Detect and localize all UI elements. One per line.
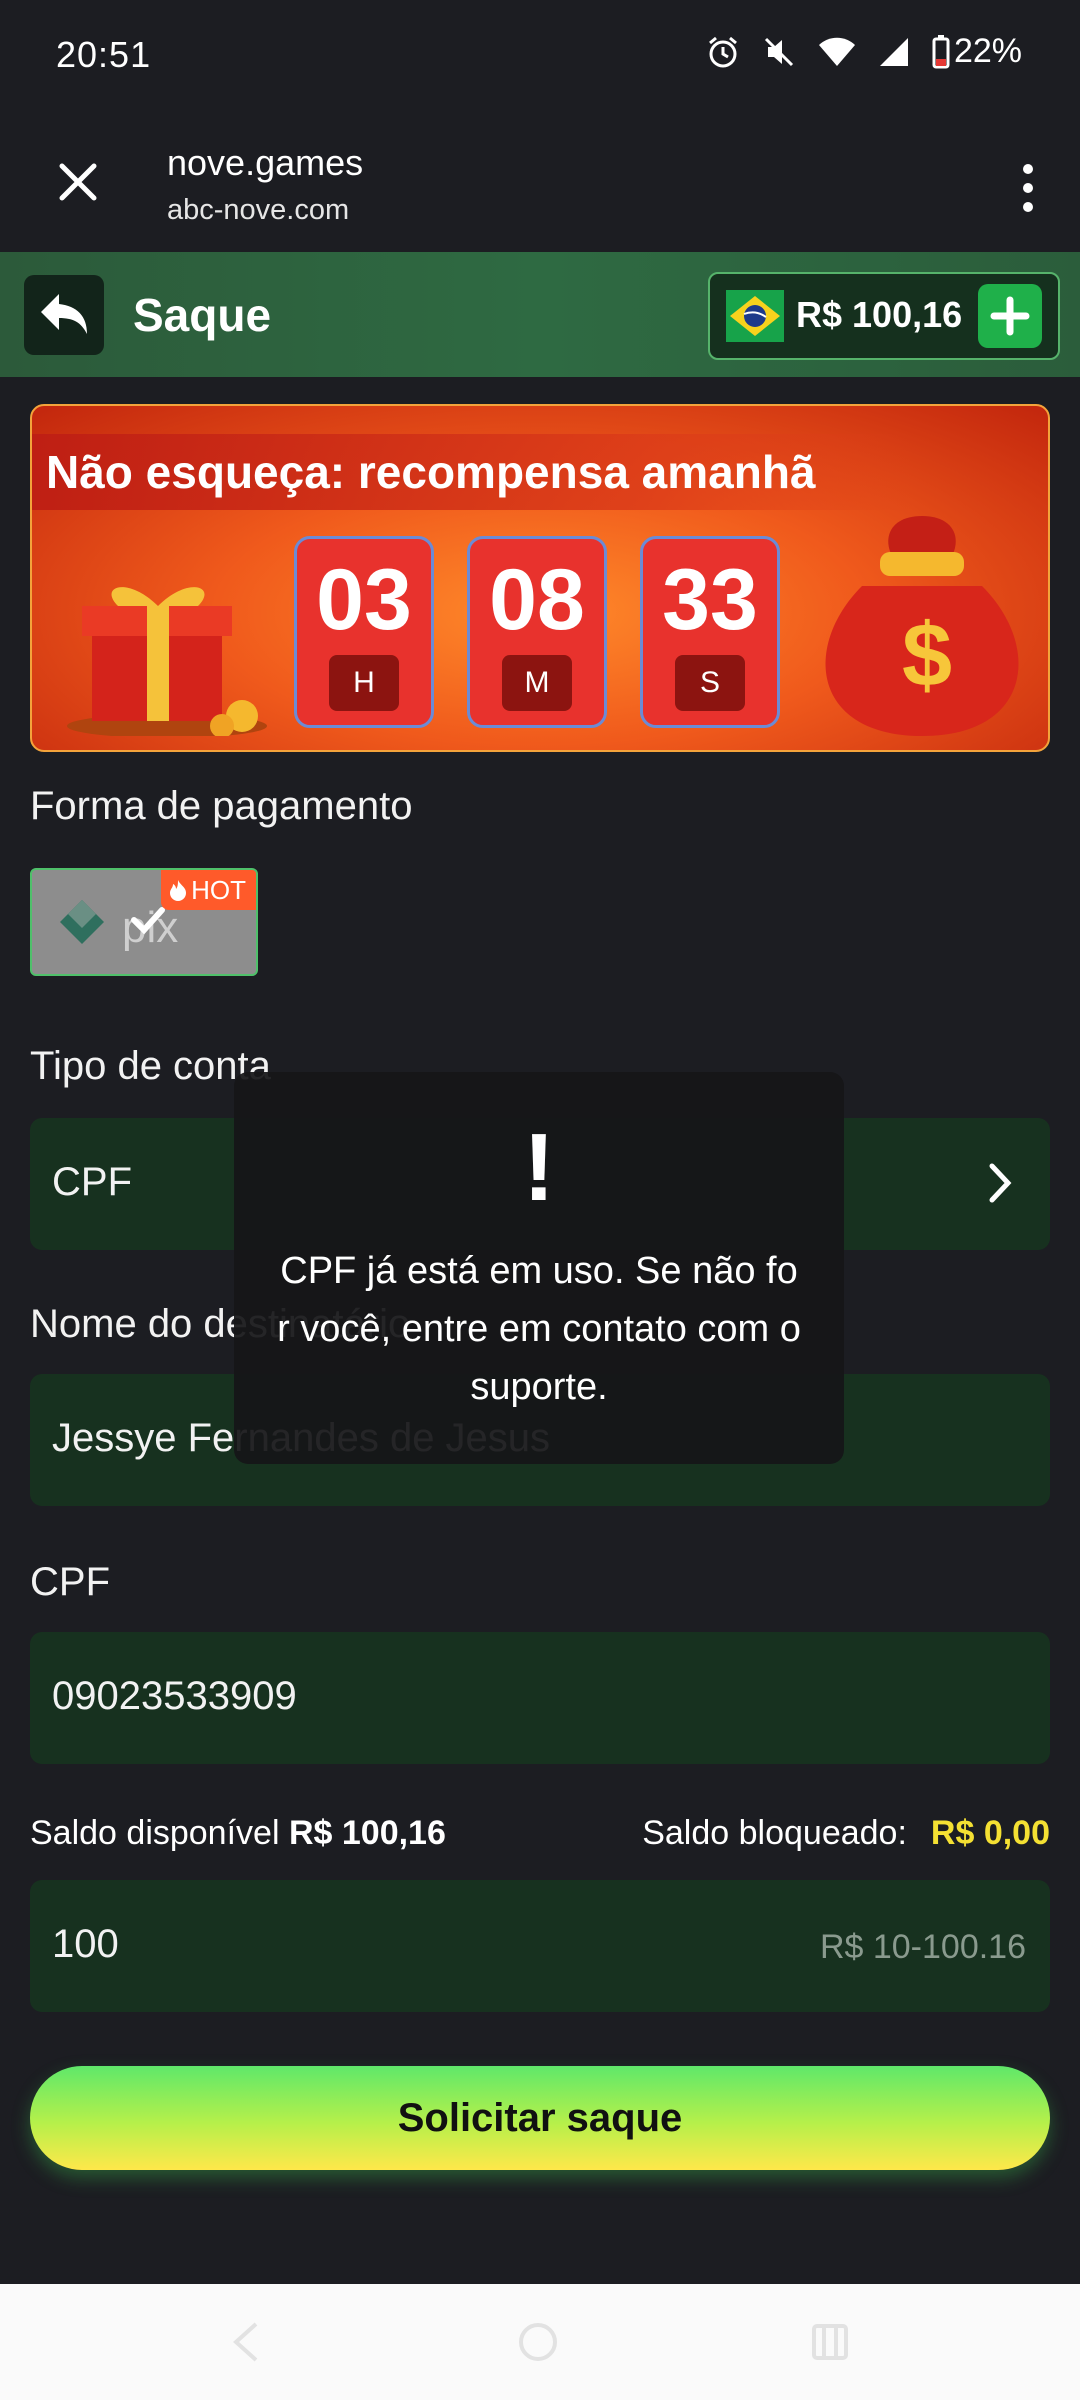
timer-minutes-value: 08 [489,552,585,648]
svg-text:$: $ [902,606,952,706]
more-options-icon[interactable] [1016,160,1040,220]
hot-badge: HOT [161,870,256,910]
battery-percent: 22% [953,32,1022,70]
available-balance-label: Saldo disponível [30,1814,280,1852]
page-title: Saque [133,289,272,341]
app-header: Saque R$ 100,16 [0,252,1080,377]
battery-icon [932,34,950,68]
timer-hours: 03 H [294,536,434,728]
brazil-flag-icon [726,290,784,342]
blocked-balance-label: Saldo bloqueado: [642,1814,907,1852]
timer-minutes-unit: M [502,655,572,711]
browser-title: nove.games [167,142,364,183]
cpf-label: CPF [30,1560,110,1604]
withdraw-amount-range: R$ 10-100.16 [819,1928,1026,1966]
status-bar: 20:51 22% [0,0,1080,110]
nav-recents-icon[interactable] [808,2320,852,2364]
status-time: 20:51 [56,34,152,75]
chevron-right-icon [989,1163,1012,1203]
blocked-balance-value: R$ 0,00 [930,1814,1050,1852]
money-bag-icon: $ [825,516,1019,736]
system-nav-bar [0,2284,1080,2400]
back-arrow-icon [41,294,87,334]
withdraw-amount-field[interactable]: 100 R$ 10-100.16 [30,1880,1050,2012]
flame-icon [170,880,187,901]
timer-seconds-unit: S [675,655,745,711]
cpf-value: 09023533909 [52,1674,297,1718]
toast-message: CPF já está em uso. Se não for você, ent… [277,1250,801,1408]
request-withdrawal-button[interactable]: Solicitar saque [30,2066,1050,2170]
timer-minutes: 08 M [467,536,607,728]
back-button[interactable] [24,275,104,355]
alarm-icon [708,36,737,67]
signal-icon [879,37,908,66]
error-toast: ! CPF já está em uso. Se não for você, e… [234,1072,844,1464]
status-icons: 22% [706,32,1022,71]
browser-url: abc-nove.com [167,194,350,226]
warning-icon: ! [523,1114,555,1221]
close-icon[interactable] [52,156,104,208]
withdraw-amount-value: 100 [52,1922,119,1966]
pix-payment-option[interactable]: pix HOT [30,868,258,976]
cpf-field[interactable]: 09023533909 [30,1632,1050,1764]
battery-indicator: 22% [932,32,1022,71]
mute-icon [764,37,793,66]
hot-badge-label: HOT [191,875,246,905]
timer-seconds-value: 33 [662,552,758,648]
banner-headline: Não esqueça: recompensa amanhã [32,434,912,510]
deposit-button[interactable] [978,284,1042,348]
timer-seconds: 33 S [640,536,780,728]
plus-icon [990,296,1030,336]
wifi-icon [818,37,855,66]
timer-hours-unit: H [329,655,399,711]
payment-method-label: Forma de pagamento [30,784,413,828]
timer-hours-value: 03 [316,552,412,648]
available-balance: Saldo disponível R$ 100,16 [30,1814,446,1853]
blocked-balance: Saldo bloqueado: R$ 0,00 [642,1814,1050,1853]
account-type-value: CPF [52,1160,132,1204]
balance-display: R$ 100,16 [708,272,1060,360]
balance-amount: R$ 100,16 [796,294,963,335]
nav-home-icon[interactable] [516,2320,560,2364]
browser-toolbar: nove.games abc-nove.com [0,110,1080,252]
gift-box-icon [67,587,267,736]
promo-banner[interactable]: $ Não esqueça: recompensa amanhã 03 H 08… [30,404,1050,752]
available-balance-value: R$ 100,16 [288,1814,446,1852]
nav-back-icon[interactable] [226,2320,266,2364]
